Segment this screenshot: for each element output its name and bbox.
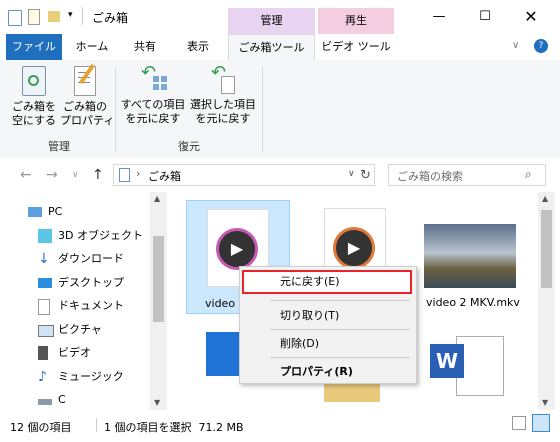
context-menu: 元に戻す(E) 切り取り(T) 削除(D) プロパティ(R) (239, 266, 417, 384)
recycle-bin-icon (22, 66, 46, 96)
menu-separator (270, 300, 410, 301)
recycle-bin-properties-button[interactable]: ごみ箱の プロパティ (60, 63, 114, 128)
menu-item-restore[interactable]: 元に戻す(E) (280, 273, 340, 291)
drive-icon (38, 399, 52, 405)
breadcrumb[interactable]: ごみ箱 (148, 168, 181, 184)
search-placeholder: ごみ箱の検索 (397, 170, 463, 183)
restore-all-icon: ↶ (139, 64, 167, 94)
properties-qat-icon[interactable] (28, 9, 40, 25)
forward-arrow-icon[interactable]: → (46, 167, 58, 183)
pc-icon (28, 207, 42, 217)
new-folder-qat-icon[interactable] (48, 11, 60, 22)
ribbon-tabs: ファイル ホーム 共有 表示 ごみ箱ツール ビデオ ツール ∨ ? (0, 34, 560, 61)
menu-separator (270, 357, 410, 358)
tab-video-tools[interactable]: ビデオ ツール (318, 34, 394, 60)
properties-icon (74, 63, 96, 96)
menu-item-cut[interactable]: 切り取り(T) (280, 307, 339, 325)
document-icon (38, 299, 50, 315)
scroll-thumb[interactable] (153, 236, 164, 322)
nav-item-music[interactable]: ♪ ミュージック (38, 367, 124, 387)
context-tab-play: 再生 (318, 8, 394, 34)
restore-all-items-button[interactable]: ↶ すべての項目 を元に戻す (118, 64, 188, 126)
title-divider (82, 7, 83, 25)
nav-item-drive-c[interactable]: C (38, 390, 66, 410)
scroll-down-icon[interactable]: ▼ (542, 398, 548, 407)
ribbon: ごみ箱を 空にする ごみ箱の プロパティ ↶ すべての項目 を元に戻す ↶ 選択… (0, 60, 560, 159)
play-icon: ▶ (333, 227, 375, 269)
nav-item-downloads[interactable]: ↓ ダウンロード (38, 249, 124, 269)
nav-item-pc[interactable]: PC (28, 202, 62, 222)
tab-recycle-bin-tools[interactable]: ごみ箱ツール (228, 34, 315, 60)
content-scrollbar[interactable]: ▲ ▼ (538, 192, 555, 410)
details-view-icon[interactable] (512, 416, 526, 430)
address-row: ← → ∨ ↑ › ごみ箱 ∨ ↻ ごみ箱の検索 ⌕ (0, 158, 560, 192)
window-title: ごみ箱 (92, 11, 129, 25)
tab-file[interactable]: ファイル (6, 34, 62, 60)
title-bar: ▾ ごみ箱 管理 再生 — ☐ ✕ (0, 0, 560, 34)
scroll-up-icon[interactable]: ▲ (542, 194, 548, 203)
desktop-icon (38, 278, 52, 288)
film-icon (38, 346, 48, 360)
navigation-pane: PC 3D オブジェクト ↓ ダウンロード デスクトップ ドキュメント ピクチャ… (0, 192, 168, 410)
up-arrow-icon[interactable]: ↑ (92, 167, 104, 183)
video-thumbnail (424, 224, 516, 288)
scroll-up-icon[interactable]: ▲ (154, 194, 160, 203)
nav-item-pictures[interactable]: ピクチャ (38, 320, 102, 340)
nav-item-desktop[interactable]: デスクトップ (38, 273, 124, 293)
minimize-button[interactable]: — (416, 0, 462, 34)
group-separator (262, 66, 263, 152)
address-bar[interactable]: › ごみ箱 ∨ (113, 164, 375, 186)
nav-scrollbar[interactable]: ▲ ▼ (150, 192, 167, 410)
menu-separator (270, 329, 410, 330)
group-label-restore: 復元 (178, 140, 200, 153)
nav-item-documents[interactable]: ドキュメント (38, 296, 124, 316)
status-divider (96, 418, 97, 432)
nav-item-videos[interactable]: ビデオ (38, 343, 91, 363)
maximize-button[interactable]: ☐ (462, 0, 508, 34)
word-logo-icon: W (430, 344, 464, 378)
large-icons-view-icon[interactable] (532, 414, 550, 432)
file-name: video 2 MKV.mkv (426, 296, 520, 309)
selection-info: 1 個の項目を選択 71.2 MB (104, 421, 244, 434)
play-icon: ▶ (216, 228, 258, 270)
close-button[interactable]: ✕ (508, 0, 554, 34)
scroll-thumb[interactable] (541, 210, 552, 288)
refresh-icon[interactable]: ↻ (360, 168, 371, 183)
breadcrumb-chevron-icon[interactable]: › (136, 167, 140, 180)
back-arrow-icon[interactable]: ← (20, 167, 32, 183)
address-dropdown-icon[interactable]: ∨ (348, 169, 355, 179)
qat-dropdown-icon[interactable]: ▾ (68, 10, 73, 20)
search-input[interactable]: ごみ箱の検索 ⌕ (388, 164, 546, 186)
recycle-bin-icon (119, 168, 130, 182)
ribbon-collapse-icon[interactable]: ∨ (512, 40, 519, 51)
item-count: 12 個の項目 (10, 421, 72, 434)
recycle-bin-icon (8, 10, 22, 26)
cube-icon (38, 229, 52, 243)
status-bar: 12 個の項目 1 個の項目を選択 71.2 MB (0, 410, 560, 442)
tab-view[interactable]: 表示 (172, 34, 224, 60)
nav-item-3d-objects[interactable]: 3D オブジェクト (38, 226, 143, 246)
tab-share[interactable]: 共有 (122, 34, 168, 60)
scroll-down-icon[interactable]: ▼ (154, 398, 160, 407)
menu-item-properties[interactable]: プロパティ(R) (280, 363, 353, 381)
group-label-manage: 管理 (48, 140, 70, 153)
context-tab-manage: 管理 (228, 8, 315, 34)
picture-icon (38, 325, 54, 337)
download-arrow-icon: ↓ (38, 251, 50, 267)
empty-recycle-bin-button[interactable]: ごみ箱を 空にする (10, 66, 58, 128)
file-item-word-document[interactable]: W (430, 332, 510, 404)
recent-locations-icon[interactable]: ∨ (72, 170, 79, 180)
help-icon[interactable]: ? (534, 39, 548, 53)
restore-selected-icon: ↶ (211, 64, 235, 94)
group-separator (115, 66, 116, 152)
tab-home[interactable]: ホーム (66, 34, 118, 60)
search-icon[interactable]: ⌕ (525, 167, 532, 182)
restore-selected-items-button[interactable]: ↶ 選択した項目 を元に戻す (188, 64, 258, 126)
file-item-video-2-mkv[interactable]: video 2 MKV.mkv (422, 200, 526, 314)
music-note-icon: ♪ (38, 369, 47, 385)
menu-item-delete[interactable]: 削除(D) (280, 335, 319, 353)
